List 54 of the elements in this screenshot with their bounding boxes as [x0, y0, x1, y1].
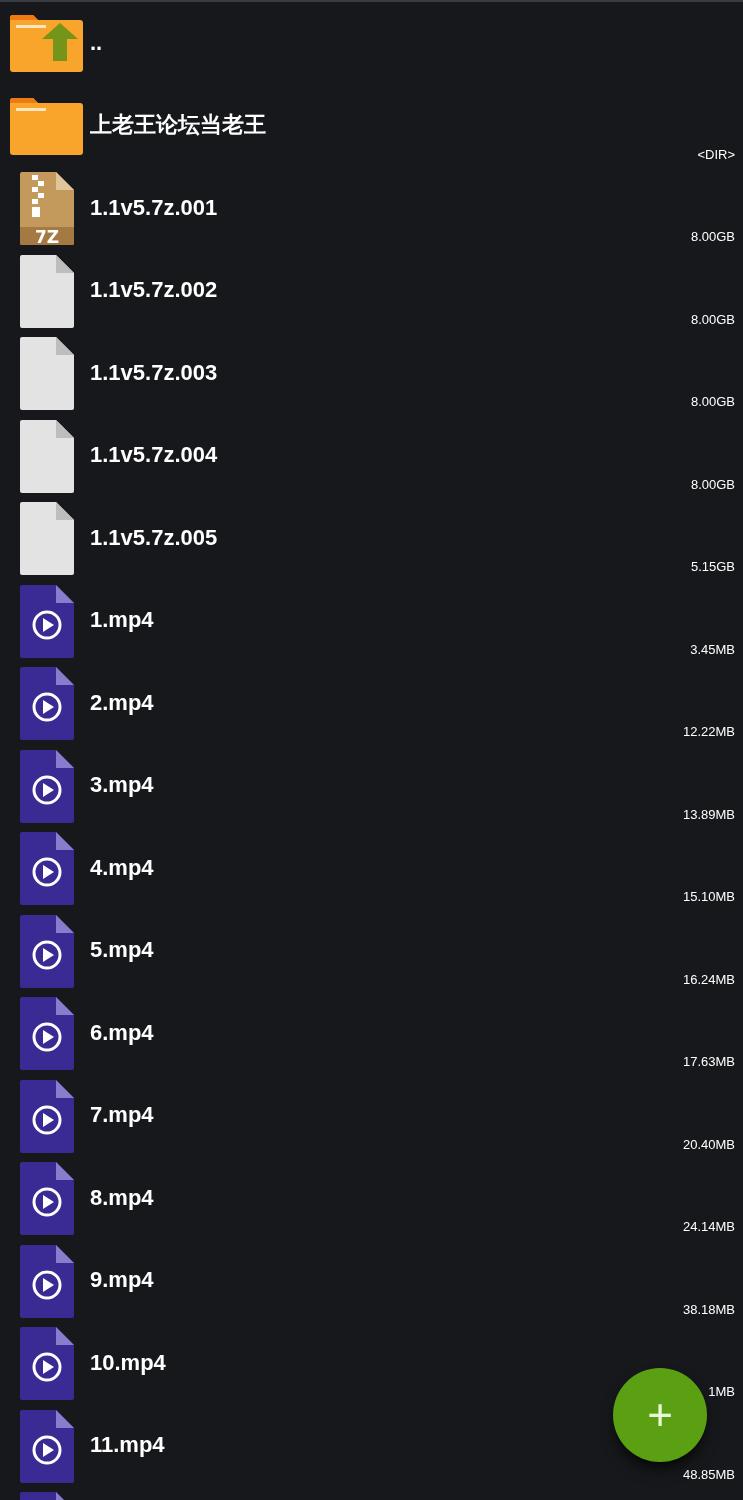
folder-icon [10, 96, 83, 155]
file-size: 38.18MB [682, 1300, 736, 1319]
video-file-icon [20, 1409, 74, 1483]
file-name: 1.1v5.7z.004 [90, 441, 219, 470]
file-name: 3.mp4 [90, 771, 155, 800]
file-icon [20, 419, 74, 493]
file-name: 1.mp4 [90, 606, 155, 635]
file-name: 1.1v5.7z.001 [90, 193, 219, 222]
file-name: 1.1v5.7z.002 [90, 276, 219, 305]
video-file-icon [20, 997, 74, 1070]
file-name: 5.mp4 [90, 936, 155, 965]
file-name: .. [90, 28, 104, 57]
video-file-icon [20, 1162, 74, 1235]
video-file-icon [20, 749, 74, 823]
file-icon [20, 502, 74, 575]
file-name: 1.1v5.7z.005 [90, 523, 219, 552]
file-size: 17.63MB [682, 1053, 736, 1071]
file-name: 1.1v5.7z.003 [90, 358, 219, 387]
file-name: 上老王论坛当老王 [90, 111, 267, 140]
file-size: 15.10MB [682, 888, 736, 906]
video-file-icon [20, 1244, 74, 1318]
file-size: 3.45MB [690, 640, 736, 659]
file-size: 13.89MB [682, 805, 736, 824]
file-name: 4.mp4 [90, 853, 155, 882]
video-file-icon [20, 584, 74, 658]
add-button[interactable]: + [613, 1368, 707, 1462]
file-size: 8.00GB [690, 475, 736, 494]
file-size: 8.00GB [690, 228, 736, 246]
video-file-icon [20, 832, 74, 905]
file-size: 16.24MB [682, 970, 736, 989]
file-size: 5.15GB [690, 558, 736, 576]
file-name: 10.mp4 [90, 1348, 167, 1377]
file-icon [20, 337, 74, 410]
video-file-icon [20, 667, 74, 740]
file-size: 8.00GB [690, 393, 736, 411]
file-size: 24.14MB [682, 1218, 736, 1236]
file-size: 12.22MB [682, 723, 736, 741]
file-size: <DIR> [697, 145, 736, 164]
folder-up-icon [10, 14, 83, 72]
file-icon [20, 254, 74, 328]
file-name: 8.mp4 [90, 1183, 155, 1212]
archive-icon: 7Z [20, 172, 74, 245]
file-size: 48.85MB [682, 1465, 736, 1484]
file-name: 11.mp4 [90, 1431, 166, 1460]
video-file-icon [20, 1079, 74, 1153]
file-size: 20.40MB [682, 1135, 736, 1154]
video-file-icon [20, 1327, 74, 1400]
file-name: 2.mp4 [90, 688, 155, 717]
video-file-icon [20, 914, 74, 988]
file-name: 6.mp4 [90, 1018, 155, 1047]
file-name: 9.mp4 [90, 1266, 155, 1295]
file-name: 7.mp4 [90, 1101, 155, 1130]
file-size: 8.00GB [690, 310, 736, 329]
file-size: 1MB [708, 1383, 736, 1401]
